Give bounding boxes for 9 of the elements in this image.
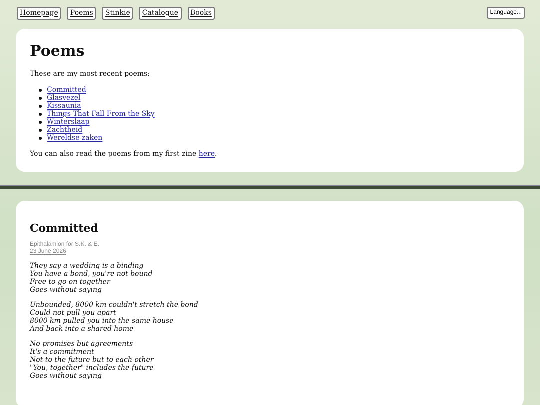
page-title: Poems <box>30 42 86 60</box>
bullet-icon <box>39 136 42 140</box>
bullet-icon <box>39 120 42 124</box>
bullet-icon <box>39 104 42 108</box>
bullet-icon <box>39 112 42 116</box>
bullet-icon <box>39 96 42 100</box>
bullet-icon <box>39 128 42 132</box>
bullet-icon <box>39 88 42 92</box>
poem-title: Committed <box>30 222 100 235</box>
